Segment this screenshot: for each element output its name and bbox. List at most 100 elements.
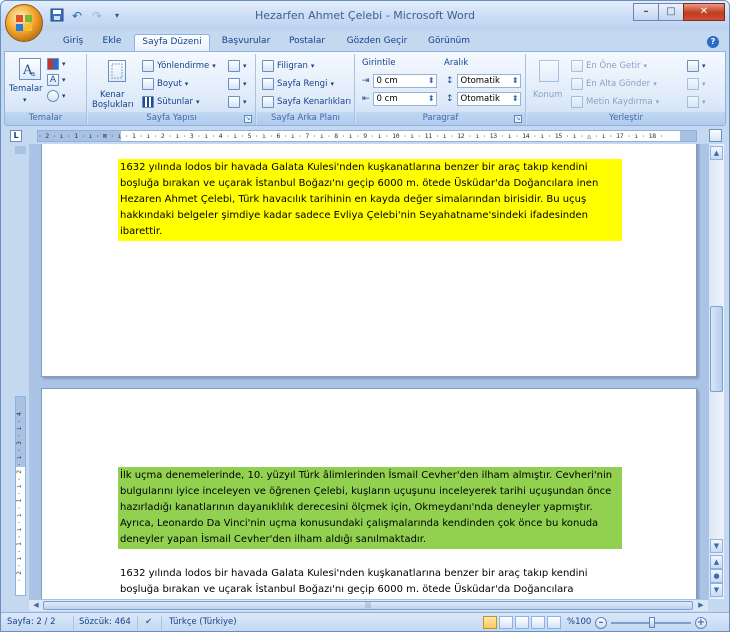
status-bar: Sayfa: 2 / 2 Sözcük: 464 ✔ Türkçe (Türki… xyxy=(1,612,729,631)
columns-icon xyxy=(142,96,154,108)
draft-view-icon[interactable] xyxy=(547,616,561,629)
spacing-before-input[interactable]: Otomatik xyxy=(456,74,521,88)
tab-gozden-gecir[interactable]: Gözden Geçir xyxy=(341,34,413,51)
watermark-button[interactable]: Filigran ▾ xyxy=(262,60,314,72)
bring-to-front-icon xyxy=(571,60,583,72)
hyphenation-button[interactable]: ▾ xyxy=(228,96,247,108)
zoom-level[interactable]: %100 xyxy=(567,617,591,627)
close-button[interactable]: ✕ xyxy=(683,3,725,21)
view-ruler-button[interactable] xyxy=(709,129,722,142)
prev-page-icon[interactable]: ▲ xyxy=(710,555,723,569)
scroll-up-icon[interactable]: ▲ xyxy=(710,146,723,160)
group-label-paragraf: Paragraf xyxy=(356,112,525,125)
position-button[interactable]: Konum xyxy=(533,90,562,100)
send-to-back-button[interactable]: En Alta Gönder ▾ xyxy=(571,78,657,90)
theme-colors-icon xyxy=(47,58,59,70)
paragraph-launcher-icon[interactable]: ↘ xyxy=(514,115,522,123)
line-numbers-button[interactable]: ▾ xyxy=(228,78,247,90)
themes-button[interactable]: Temalar xyxy=(9,84,43,94)
tab-basvurular[interactable]: Başvurular xyxy=(217,34,275,51)
paragraph-yellow-highlight[interactable]: 1632 yılında lodos bir havada Galata Kul… xyxy=(118,159,622,241)
columns-button[interactable]: Sütunlar ▾ xyxy=(142,96,199,108)
indent-left-field[interactable]: ⇥ 0 cm xyxy=(362,74,437,88)
tab-giris[interactable]: Giriş xyxy=(55,34,91,51)
zoom-slider-knob[interactable] xyxy=(649,617,655,628)
horizontal-scroll-thumb[interactable]: ||| xyxy=(43,601,693,610)
window-title: Hezarfen Ahmet Çelebi - Microsoft Word xyxy=(254,9,476,22)
maximize-button[interactable]: □ xyxy=(658,3,684,21)
browse-object-icon[interactable]: ● xyxy=(710,569,723,583)
paragraph-green-highlight[interactable]: İlk uçma denemelerinde, 10. yüzyıl Türk … xyxy=(118,467,622,549)
theme-effects-button[interactable]: ▾ xyxy=(47,90,66,102)
vertical-ruler-ticks: · 2 · ı · 1 · ı · ı · 1 · ı · 2 · ı · 3 … xyxy=(16,412,23,582)
bring-to-front-button[interactable]: En Öne Getir ▾ xyxy=(571,60,647,72)
theme-fonts-button[interactable]: A ▾ xyxy=(47,74,66,86)
theme-colors-button[interactable]: ▾ xyxy=(47,58,66,70)
zoom-in-icon[interactable]: + xyxy=(695,617,707,629)
language-status[interactable]: Türkçe (Türkiye) xyxy=(169,617,237,627)
web-layout-view-icon[interactable] xyxy=(515,616,529,629)
theme-effects-icon xyxy=(47,90,59,102)
spacing-after-field[interactable]: ↕ Otomatik xyxy=(446,92,521,106)
text-wrap-label: Metin Kaydırma xyxy=(586,97,653,107)
proofing-icon[interactable]: ✔ xyxy=(145,617,152,627)
minimize-button[interactable]: – xyxy=(633,3,659,21)
help-icon[interactable]: ? xyxy=(707,36,719,48)
tab-selector-button[interactable]: L xyxy=(10,130,22,142)
horizontal-ruler[interactable]: · 2 · ı · 1 · ı · ⊠ · ı · 1 · ı · 2 · ı … xyxy=(37,130,697,142)
scroll-right-icon[interactable]: ▶ xyxy=(695,600,707,611)
indent-right-field[interactable]: ⇤ 0 cm xyxy=(362,92,437,106)
group-yerlestir: Konum En Öne Getir ▾ En Alta Gönder ▾ Meti… xyxy=(527,54,725,125)
breaks-button[interactable]: ▾ xyxy=(228,60,247,72)
text-wrap-button[interactable]: Metin Kaydırma ▾ xyxy=(571,96,659,108)
page-2[interactable]: İlk uçma denemelerinde, 10. yüzyıl Türk … xyxy=(41,388,697,599)
spacing-label: Aralık xyxy=(444,58,469,68)
themes-icon: Aa xyxy=(19,58,41,80)
indent-left-input[interactable]: 0 cm xyxy=(372,74,437,88)
spacing-before-field[interactable]: ↕ Otomatik xyxy=(446,74,521,88)
zoom-out-icon[interactable]: – xyxy=(595,617,607,629)
size-button[interactable]: Boyut ▾ xyxy=(142,78,188,90)
margins-icon xyxy=(108,60,126,82)
tab-postalar[interactable]: Postalar xyxy=(283,34,331,51)
vertical-scroll-thumb[interactable] xyxy=(710,306,723,392)
horizontal-scrollbar[interactable]: ◀ ||| ▶ xyxy=(29,599,708,611)
ribbon: Aa Temalar ▾ ▾ A ▾ ▾ Temalar Kenar Boşluk… xyxy=(4,51,726,126)
group-label-sayfa-yapisi: Sayfa Yapısı xyxy=(88,112,255,125)
scroll-down-icon[interactable]: ▼ xyxy=(710,539,723,553)
group-label-temalar: Temalar xyxy=(5,112,86,125)
vertical-scrollbar[interactable]: ▲ ▼ ▲ ● ▼ xyxy=(708,144,724,599)
margins-button-line1[interactable]: Kenar xyxy=(100,90,124,100)
vertical-ruler[interactable]: · 2 · ı · 1 · ı · ı · 1 · ı · 2 · ı · 3 … xyxy=(15,396,26,596)
page-color-button[interactable]: Sayfa Rengi ▾ xyxy=(262,78,334,90)
scroll-left-icon[interactable]: ◀ xyxy=(30,600,42,611)
paragraph-plain[interactable]: 1632 yılında lodos bir havada Galata Kul… xyxy=(118,565,622,599)
full-screen-view-icon[interactable] xyxy=(499,616,513,629)
rotate-button[interactable]: ▾ xyxy=(687,96,706,108)
office-button[interactable] xyxy=(5,4,43,42)
tab-sayfa-duzeni[interactable]: Sayfa Düzeni xyxy=(134,34,210,51)
group-objects-button[interactable]: ▾ xyxy=(687,78,706,90)
next-page-icon[interactable]: ▼ xyxy=(710,583,723,597)
word-count-status[interactable]: Sözcük: 464 xyxy=(79,617,131,627)
margins-button-line2[interactable]: Boşlukları xyxy=(92,100,134,110)
page-setup-launcher-icon[interactable]: ↘ xyxy=(244,115,252,123)
print-layout-view-icon[interactable] xyxy=(483,616,497,629)
indent-label: Girintile xyxy=(362,58,396,68)
themes-dropdown-icon[interactable]: ▾ xyxy=(23,96,27,104)
align-icon xyxy=(687,60,699,72)
indent-right-input[interactable]: 0 cm xyxy=(372,92,437,106)
spacing-after-input[interactable]: Otomatik xyxy=(456,92,521,106)
orientation-label: Yönlendirme xyxy=(157,61,210,71)
page-borders-button[interactable]: Sayfa Kenarlıkları xyxy=(262,96,351,108)
document-area[interactable]: 1632 yılında lodos bir havada Galata Kul… xyxy=(29,144,708,599)
page-1[interactable]: 1632 yılında lodos bir havada Galata Kul… xyxy=(41,144,697,377)
outline-view-icon[interactable] xyxy=(531,616,545,629)
orientation-button[interactable]: Yönlendirme ▾ xyxy=(142,60,216,72)
page-borders-icon xyxy=(262,96,274,108)
tab-ekle[interactable]: Ekle xyxy=(97,34,127,51)
align-button[interactable]: ▾ xyxy=(687,60,706,72)
tab-gorunum[interactable]: Görünüm xyxy=(423,34,475,51)
hyphenation-icon xyxy=(228,96,240,108)
page-count-status[interactable]: Sayfa: 2 / 2 xyxy=(7,617,56,627)
